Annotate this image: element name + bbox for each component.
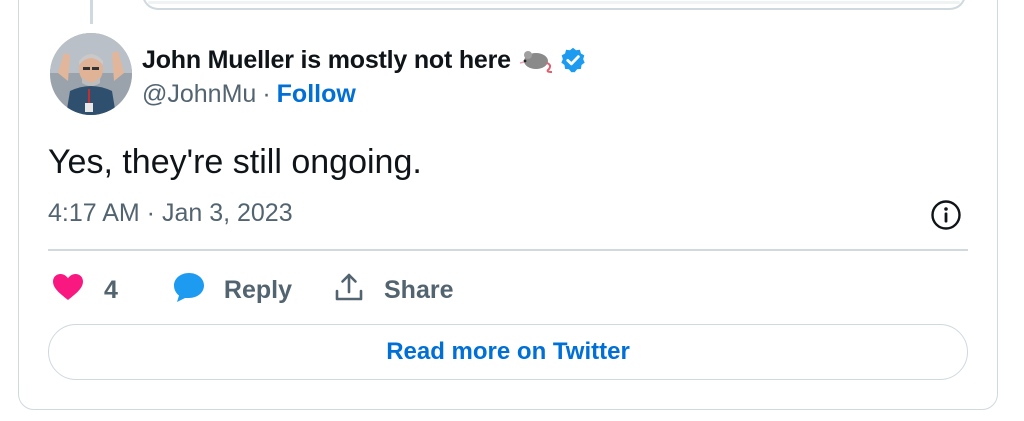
divider [48,249,968,251]
like-button[interactable]: 4 [52,273,118,308]
mouse-icon [519,47,553,73]
author-handle[interactable]: @JohnMu [142,80,256,109]
reply-button[interactable]: Reply [172,271,292,310]
speech-bubble-icon [172,271,206,310]
tweet-text: Yes, they're still ongoing. [48,143,422,181]
share-label: Share [384,275,454,304]
info-icon[interactable] [930,199,962,231]
author-name[interactable]: John Mueller is mostly not here [142,46,511,75]
reply-label: Reply [223,275,292,304]
heart-icon [52,273,84,308]
avatar[interactable] [50,33,132,115]
like-count: 4 [104,275,118,304]
tweet-actions: 4 Reply Share [52,270,453,310]
share-button[interactable]: Share [334,272,453,309]
share-upload-icon [334,272,364,309]
follow-button[interactable]: Follow [277,80,356,109]
tweet-timestamp[interactable]: 4:17 AM · Jan 3, 2023 [48,199,293,228]
separator-dot: · [262,80,271,108]
person-photo-icon [50,33,132,115]
thread-connector-line [90,0,93,24]
previous-tweet-card-edge [142,0,966,10]
verified-badge-icon [559,46,587,74]
read-more-button[interactable]: Read more on Twitter [48,324,968,380]
author-block: John Mueller is mostly not here @JohnMu … [142,42,587,109]
